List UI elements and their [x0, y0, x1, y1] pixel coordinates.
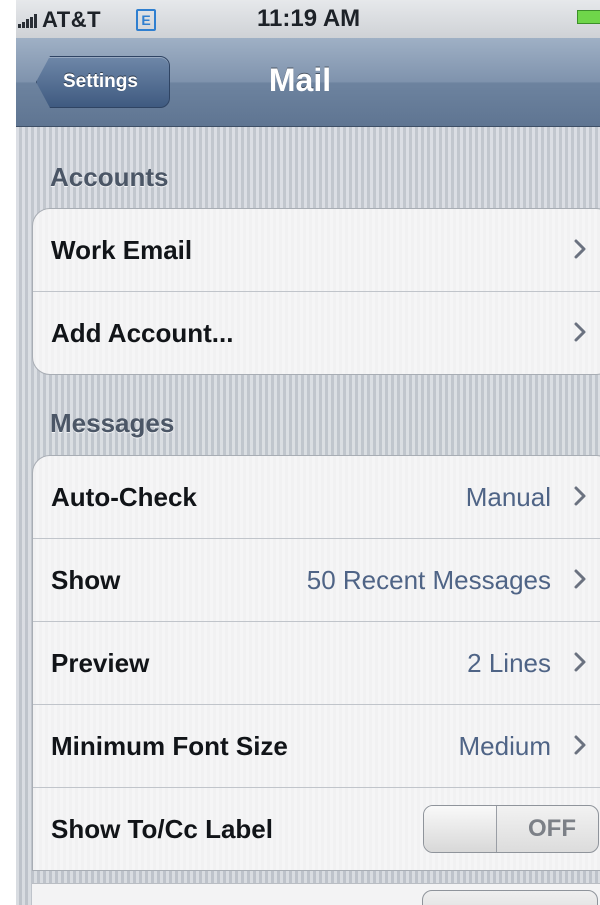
show-to-cc-toggle[interactable]: OFF	[423, 805, 599, 853]
section-header-accounts: Accounts	[50, 162, 169, 192]
row-auto-check[interactable]: Auto-Check Manual	[33, 456, 600, 539]
row-show-to-cc-label: Show To/Cc Label OFF	[33, 788, 600, 870]
row-show[interactable]: Show 50 Recent Messages	[33, 539, 600, 622]
edge-network-icon: E	[136, 9, 156, 31]
signal-bars-icon	[18, 14, 37, 28]
accounts-group: Work Email Add Account...	[32, 208, 600, 375]
chevron-right-icon	[574, 322, 586, 342]
chevron-right-icon	[574, 569, 586, 589]
row-label: Show	[51, 565, 121, 595]
row-label: Minimum Font Size	[51, 731, 288, 761]
row-preview[interactable]: Preview 2 Lines	[33, 622, 600, 705]
carrier-name: AT&T	[42, 7, 102, 32]
row-value: Medium	[458, 731, 551, 761]
chevron-right-icon	[574, 239, 586, 259]
row-label: Show To/Cc Label	[51, 814, 273, 844]
chevron-right-icon	[574, 652, 586, 672]
row-value: 2 Lines	[467, 648, 551, 678]
row-label: Work Email	[51, 235, 193, 265]
chevron-right-icon	[574, 486, 586, 506]
section-header-messages: Messages	[50, 408, 175, 438]
messages-group: Auto-Check Manual Show 50 Recent Message…	[32, 455, 600, 871]
row-add-account[interactable]: Add Account...	[33, 292, 600, 374]
partial-toggle[interactable]	[422, 890, 598, 905]
navigation-bar: Settings Mail	[16, 38, 600, 127]
mail-settings-screen: AT&T E 11:19 AM Settings Mail Accounts W…	[16, 0, 600, 905]
row-work-email[interactable]: Work Email	[33, 209, 600, 292]
row-value: 50 Recent Messages	[306, 565, 551, 595]
row-value: Manual	[465, 482, 551, 512]
chevron-right-icon	[574, 735, 586, 755]
status-time: 11:19 AM	[257, 5, 361, 32]
row-label: Preview	[51, 648, 150, 678]
row-minimum-font-size[interactable]: Minimum Font Size Medium	[33, 705, 600, 788]
page-title: Mail	[268, 62, 332, 98]
row-label: Auto-Check	[51, 482, 197, 512]
toggle-state: OFF	[528, 815, 576, 842]
status-bar: AT&T E 11:19 AM	[16, 0, 600, 39]
row-partial-next[interactable]	[32, 883, 600, 905]
battery-icon	[577, 10, 600, 24]
row-label: Add Account...	[51, 318, 234, 348]
toggle-knob	[424, 806, 497, 852]
